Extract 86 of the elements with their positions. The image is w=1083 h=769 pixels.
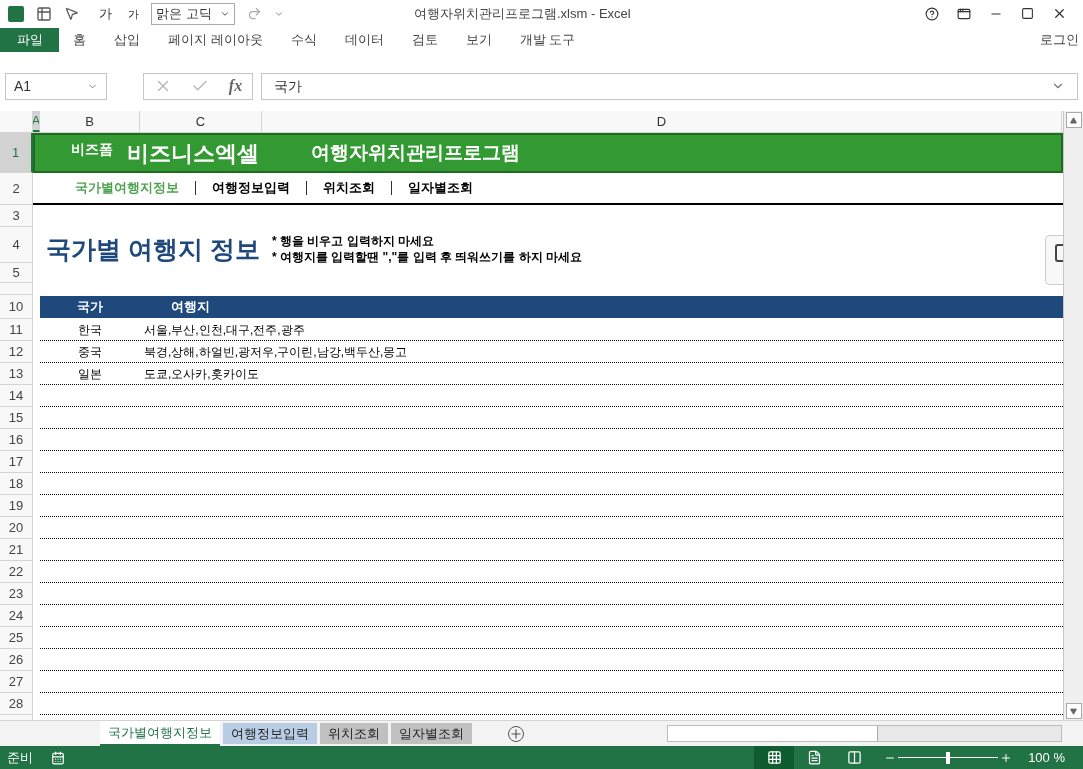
ribbon-tab[interactable]: 검토 <box>397 27 452 52</box>
row-header[interactable]: 21 <box>0 539 33 562</box>
ribbon-display-icon[interactable] <box>957 6 971 21</box>
insert-function-button[interactable]: fx <box>228 74 243 99</box>
sheet-tab[interactable]: 국가별여행지정보 <box>100 721 220 746</box>
table-cell-text: 일본 <box>77 365 103 383</box>
vertical-scrollbar[interactable] <box>1063 111 1083 721</box>
note-text: * 여행지를 입력할땐 ","를 입력 후 띄워쓰기를 하지 마세요 <box>271 249 582 266</box>
brand-name: 비즈니스엑셀 <box>127 139 259 168</box>
page-icon <box>806 750 822 765</box>
ribbon-tab[interactable]: 홈 <box>59 27 100 52</box>
table-cell-text: 서울,부산,인천,대구,전주,광주 <box>144 321 305 339</box>
row-header[interactable]: 3 <box>0 205 33 228</box>
ribbon-tab[interactable]: 페이지 레이아웃 <box>154 27 277 52</box>
ribbon-tab[interactable]: 데이터 <box>330 27 398 52</box>
banner-title: 여행자위치관리프로그램 <box>311 140 520 165</box>
help-icon[interactable] <box>925 6 939 21</box>
column-header[interactable]: D <box>262 111 1062 133</box>
zoom-slider[interactable] <box>898 751 999 764</box>
row-header[interactable]: 16 <box>0 429 33 452</box>
table-cell-text: 북경,상해,하얼빈,광저우,구이린,남강,백두산,몽고 <box>144 343 408 361</box>
zoom-in-icon[interactable] <box>1000 751 1013 764</box>
nav-link[interactable]: 여행정보입력 <box>195 181 306 196</box>
row-header[interactable]: 2 <box>0 173 33 206</box>
brand-small: 비즈폼 <box>71 139 113 159</box>
row-header[interactable]: 5 <box>0 263 33 284</box>
columns-icon <box>846 750 862 765</box>
nav-link[interactable]: 일자별조회 <box>391 181 489 196</box>
row-header[interactable]: 11 <box>0 319 33 342</box>
font-dropdown[interactable]: 맑은 고딕 <box>151 2 235 25</box>
row-header[interactable]: 12 <box>0 341 33 364</box>
formula-input[interactable]: 국가 <box>261 72 1078 100</box>
row-header[interactable]: 19 <box>0 495 33 518</box>
row-header[interactable]: 20 <box>0 517 33 540</box>
note-text: * 행을 비우고 입력하지 마세요 <box>271 233 435 250</box>
row-header[interactable]: 4 <box>0 227 33 264</box>
row-header[interactable]: 13 <box>0 363 33 386</box>
font-size-up-button[interactable]: 가 <box>99 4 112 24</box>
table-cell-text: 중국 <box>77 343 103 361</box>
nav-link[interactable]: 위치조회 <box>306 181 391 196</box>
zoom-thumb[interactable] <box>946 751 951 764</box>
page-heading: 국가별 여행지 정보 <box>46 234 260 266</box>
row-header[interactable]: 22 <box>0 561 33 584</box>
row-header[interactable]: 14 <box>0 385 33 408</box>
preview-button[interactable] <box>1045 235 1063 286</box>
row-header[interactable]: 17 <box>0 451 33 474</box>
column-heading: 국가 <box>76 298 104 317</box>
ribbon-tab[interactable]: 수식 <box>276 27 331 52</box>
table-cell-text: 한국 <box>77 321 103 339</box>
scroll-down-icon[interactable] <box>1070 707 1077 715</box>
maximize-icon[interactable] <box>1021 7 1034 21</box>
sheet-tab[interactable]: 여행정보입력 <box>223 723 317 744</box>
row-header[interactable]: 15 <box>0 407 33 430</box>
row-header[interactable]: 26 <box>0 649 33 672</box>
sign-in-link[interactable]: 로그인 <box>1040 27 1083 52</box>
status-text: 준비 <box>7 748 33 767</box>
excel-logo-icon <box>8 5 24 22</box>
ribbon-tab[interactable]: 개발 도구 <box>505 27 590 52</box>
normal-view-button[interactable] <box>754 746 795 769</box>
horizontal-scrollbar[interactable] <box>667 725 1062 742</box>
row-header[interactable]: 23 <box>0 583 33 606</box>
macro-record-icon[interactable] <box>51 750 65 765</box>
row-header[interactable]: 25 <box>0 627 33 650</box>
sheet-tab[interactable]: 일자별조회 <box>391 723 472 744</box>
row-header[interactable]: 24 <box>0 605 33 628</box>
grid-icon <box>766 750 782 765</box>
sheet-tab[interactable]: 위치조회 <box>320 723 388 744</box>
font-size-down-button[interactable]: 가 <box>128 5 139 23</box>
ribbon-tab[interactable]: 보기 <box>451 27 506 52</box>
scroll-up-icon[interactable] <box>1070 116 1077 124</box>
name-box[interactable]: A1 <box>5 72 107 100</box>
form-icon[interactable] <box>36 5 52 22</box>
row-header[interactable]: 18 <box>0 473 33 496</box>
table-cell-text: 도쿄,오사카,홋카이도 <box>144 365 259 383</box>
column-heading: 여행지 <box>169 298 211 317</box>
row-header[interactable]: 1 <box>0 133 33 174</box>
window-title: 여행자위치관리프로그램.xlsm - Excel <box>414 5 631 24</box>
file-tab[interactable]: 파일 <box>0 27 59 52</box>
ribbon-tab[interactable]: 삽입 <box>100 27 154 52</box>
row-header[interactable]: 28 <box>0 693 33 716</box>
zoom-level[interactable]: 100 % <box>1028 747 1065 768</box>
pointer-icon[interactable] <box>64 6 79 22</box>
column-header[interactable]: B <box>40 111 140 133</box>
row-header[interactable]: 10 <box>0 295 33 320</box>
row-header[interactable]: 27 <box>0 671 33 694</box>
column-header[interactable]: C <box>140 111 262 133</box>
